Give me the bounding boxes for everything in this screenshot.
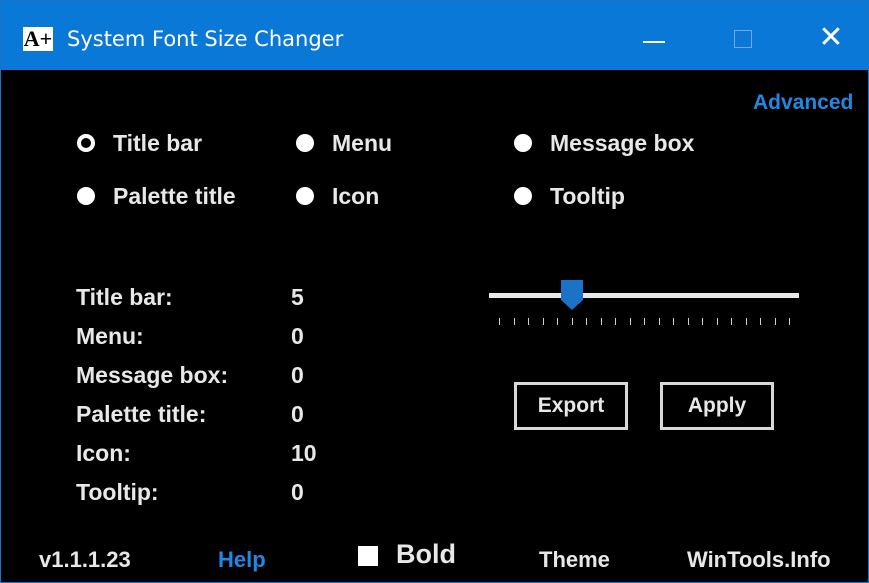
app-icon: A+	[23, 26, 53, 51]
radio-label: Icon	[332, 183, 380, 209]
bold-label: Bold	[396, 539, 456, 569]
radio-icon	[77, 187, 95, 205]
radio-icon	[296, 134, 314, 152]
slider-thumb[interactable]	[560, 280, 583, 310]
slider-track[interactable]	[489, 293, 799, 298]
slider-tick	[528, 318, 529, 325]
radio-icon	[514, 187, 532, 205]
slider-tick	[499, 318, 500, 325]
apply-button[interactable]: Apply	[660, 382, 774, 430]
stat-value: 0	[291, 362, 304, 388]
slider-tick	[673, 318, 674, 325]
title-bar[interactable]: A+ System Font Size Changer ✕	[1, 1, 868, 70]
slider-tick	[600, 318, 602, 325]
export-button[interactable]: Export	[514, 382, 628, 430]
radio-selected-icon	[77, 134, 95, 152]
stat-value: 5	[291, 284, 304, 310]
stat-label: Tooltip:	[76, 479, 159, 505]
stat-label: Palette title:	[76, 401, 207, 427]
slider-tick	[644, 318, 645, 325]
theme-button[interactable]: Theme	[539, 547, 610, 573]
slider-tick	[658, 318, 660, 325]
website-link[interactable]: WinTools.Info	[687, 547, 831, 573]
radio-label: Message box	[550, 130, 695, 156]
stat-label: Icon:	[76, 440, 131, 466]
slider-tick	[774, 318, 776, 325]
maximize-button[interactable]	[713, 15, 773, 63]
stat-value: 0	[291, 323, 304, 349]
close-button[interactable]: ✕	[801, 15, 861, 63]
font-size-summary: Title bar: 5 Menu: 0 Message box: 0 Pale…	[76, 284, 346, 518]
slider-tick	[571, 318, 573, 325]
radio-label: Palette title	[113, 183, 236, 209]
close-icon: ✕	[818, 20, 844, 55]
slider-tick	[702, 318, 703, 325]
stat-value: 0	[291, 401, 304, 427]
stat-row-palette-title: Palette title: 0	[76, 401, 346, 440]
help-link[interactable]: Help	[218, 547, 266, 573]
advanced-link[interactable]: Advanced	[753, 91, 853, 115]
slider-tick	[615, 318, 616, 325]
radio-icon	[514, 134, 532, 152]
slider-tick	[745, 318, 747, 325]
app-window: A+ System Font Size Changer ✕ Advanced T…	[0, 0, 869, 583]
window-title: System Font Size Changer	[67, 27, 344, 51]
slider-tick	[557, 318, 558, 325]
radio-label: Menu	[332, 130, 393, 156]
slider-tick	[760, 318, 761, 325]
stat-value: 10	[291, 440, 317, 466]
slider-tick	[586, 318, 587, 325]
stat-value: 0	[291, 479, 304, 505]
slider-tick	[542, 318, 544, 325]
slider-ticks	[489, 318, 799, 326]
slider-tick	[687, 318, 689, 325]
slider-tick	[789, 318, 790, 325]
stat-label: Message box:	[76, 362, 229, 388]
radio-label: Title bar	[113, 130, 203, 156]
minimize-button[interactable]	[623, 15, 683, 63]
checkbox-checked-icon	[358, 546, 378, 566]
slider-tick	[629, 318, 631, 325]
minimize-icon	[643, 41, 665, 43]
slider-tick	[731, 318, 732, 325]
font-size-slider[interactable]	[489, 273, 801, 333]
radio-label: Tooltip	[550, 183, 625, 209]
stat-label: Menu:	[76, 323, 144, 349]
maximize-icon	[734, 30, 752, 48]
slider-tick	[716, 318, 718, 325]
stat-label: Title bar:	[76, 284, 173, 310]
version-label: v1.1.1.23	[39, 547, 131, 572]
stat-row-menu: Menu: 0	[76, 323, 346, 362]
slider-tick	[513, 318, 515, 325]
stat-row-icon: Icon: 10	[76, 440, 346, 479]
stat-row-title-bar: Title bar: 5	[76, 284, 346, 323]
stat-row-message-box: Message box: 0	[76, 362, 346, 401]
radio-icon	[296, 187, 314, 205]
stat-row-tooltip: Tooltip: 0	[76, 479, 346, 518]
